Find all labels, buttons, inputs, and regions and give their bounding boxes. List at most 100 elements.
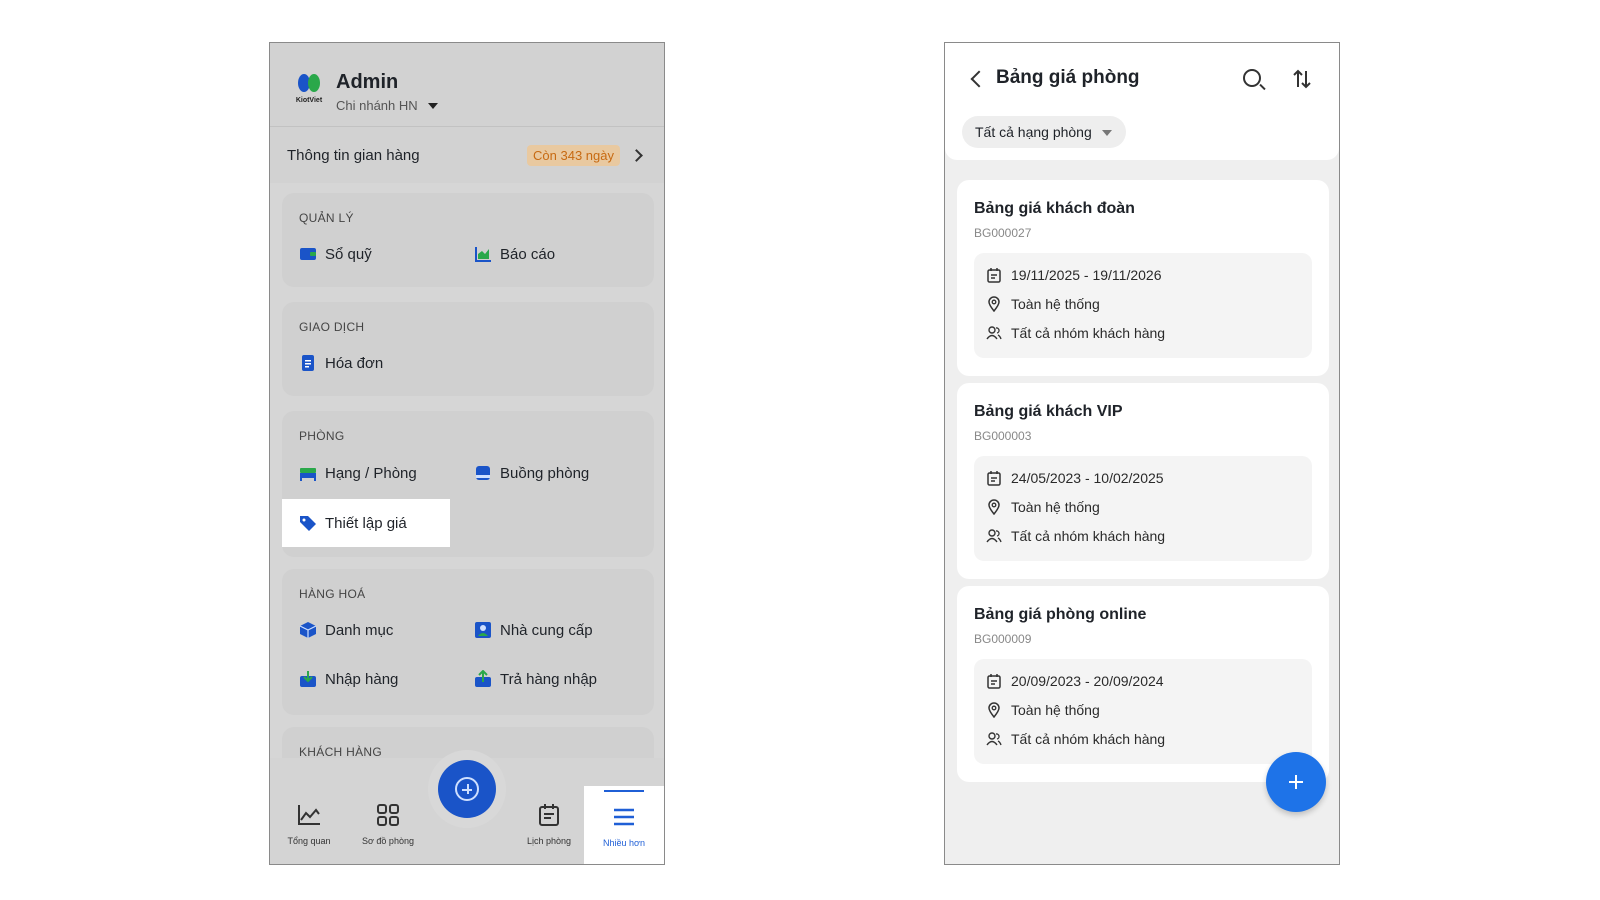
section-quan-ly: QUẢN LÝ Sổ quỹ Báo cáo [282, 193, 654, 287]
scope: Toàn hệ thống [1011, 499, 1100, 515]
users-icon [986, 528, 1002, 544]
store-info-label: Thông tin gian hàng [287, 146, 420, 164]
customer-group: Tất cả nhóm khách hàng [1011, 731, 1166, 747]
account-header[interactable]: KiotViet Admin Chi nhánh HN [270, 43, 664, 127]
card-code: BG000003 [974, 429, 1032, 443]
menu-item-buong-phong[interactable]: Buồng phòng [474, 461, 589, 485]
menu-item-label: Sổ quỹ [325, 245, 372, 263]
card-title: Bảng giá khách VIP [974, 403, 1123, 420]
date-range-row: 19/11/2025 - 19/11/2026 [986, 267, 1162, 283]
menu-item-nhap-hang[interactable]: Nhập hàng [299, 667, 398, 691]
card-title: Bảng giá khách đoàn [974, 200, 1135, 217]
bed-icon [299, 464, 317, 482]
section-title: KHÁCH HÀNG [299, 745, 383, 759]
menu-item-tra-hang-nhap[interactable]: Trả hàng nhập [474, 667, 597, 691]
date-range: 24/05/2023 - 10/02/2025 [1011, 470, 1164, 486]
menu-item-so-quy[interactable]: Sổ quỹ [299, 242, 372, 266]
customer-group-row: Tất cả nhóm khách hàng [986, 528, 1165, 544]
chevron-down-icon [427, 102, 438, 109]
tab-label: Sơ đồ phòng [362, 836, 414, 846]
menu-item-label: Hóa đơn [325, 354, 384, 372]
search-plus-icon [455, 777, 479, 801]
card-details: 20/09/2023 - 20/09/2024 Toàn hệ thống Tấ… [974, 659, 1312, 764]
price-tag-icon [299, 514, 317, 532]
menu-item-hoa-don[interactable]: Hóa đơn [299, 351, 383, 375]
room-service-icon [474, 464, 492, 482]
active-indicator [604, 790, 644, 792]
tab-so-do-phong[interactable]: Sơ đồ phòng [353, 802, 423, 846]
menu-item-bao-cao[interactable]: Báo cáo [474, 242, 555, 266]
room-type-filter[interactable]: Tất cả hạng phòng [962, 116, 1126, 148]
search-icon[interactable] [1243, 69, 1261, 87]
location-pin-icon [986, 296, 1002, 313]
menu-item-nha-cung-cap[interactable]: Nhà cung cấp [474, 618, 593, 642]
price-list-card[interactable]: Bảng giá phòng online BG000009 20/09/202… [957, 586, 1329, 782]
calendar-icon [986, 673, 1002, 689]
calendar-icon [536, 802, 562, 828]
sort-icon[interactable] [1291, 68, 1313, 90]
menu-item-danh-muc[interactable]: Danh mục [299, 618, 393, 642]
branch-selector[interactable]: Chi nhánh HN [336, 98, 438, 113]
return-icon [474, 669, 492, 688]
section-title: HÀNG HOÁ [299, 587, 366, 601]
menu-item-label: Trả hàng nhập [500, 670, 598, 688]
date-range-row: 20/09/2023 - 20/09/2024 [986, 673, 1164, 689]
scope-row: Toàn hệ thống [986, 702, 1100, 719]
price-list-card[interactable]: Bảng giá khách VIP BG000003 24/05/2023 -… [957, 383, 1329, 579]
tab-tong-quan[interactable]: Tổng quan [274, 802, 344, 846]
menu-item-label: Hạng / Phòng [325, 464, 417, 482]
add-price-list-button[interactable] [1266, 752, 1326, 812]
menu-item-label: Nhập hàng [325, 670, 399, 688]
card-details: 19/11/2025 - 19/11/2026 Toàn hệ thống Tấ… [974, 253, 1312, 358]
tab-lich-phong[interactable]: Lịch phòng [514, 802, 584, 846]
grid-icon [375, 802, 401, 828]
card-code: BG000027 [974, 226, 1032, 240]
invoice-icon [299, 354, 317, 372]
menu-item-label: Buồng phòng [500, 464, 590, 482]
branch-name: Chi nhánh HN [336, 98, 418, 113]
logo-text: KiotViet [295, 97, 323, 104]
scope: Toàn hệ thống [1011, 296, 1100, 312]
filter-label: Tất cả hạng phòng [975, 124, 1092, 140]
card-title: Bảng giá phòng online [974, 606, 1147, 623]
tab-label: Nhiều hơn [603, 838, 645, 848]
date-range-row: 24/05/2023 - 10/02/2025 [986, 470, 1164, 486]
location-pin-icon [986, 702, 1002, 719]
supplier-icon [474, 621, 492, 639]
page-title: Bảng giá phòng [996, 67, 1140, 88]
tab-label: Lịch phòng [526, 836, 572, 846]
price-list-screen: Bảng giá phòng Tất cả hạng phòng Bảng gi… [944, 42, 1340, 865]
user-name: Admin [336, 71, 399, 93]
location-pin-icon [986, 499, 1002, 516]
users-icon [986, 325, 1002, 341]
section-hang-hoa: HÀNG HOÁ Danh mục Nhà cung cấp Nhập hàng… [282, 569, 654, 715]
date-range: 19/11/2025 - 19/11/2026 [1011, 267, 1162, 283]
card-code: BG000009 [974, 632, 1032, 646]
users-icon [986, 731, 1002, 747]
price-list-header: Bảng giá phòng Tất cả hạng phòng [945, 43, 1339, 160]
chart-icon [474, 245, 492, 263]
wallet-icon [299, 245, 317, 263]
section-title: QUẢN LÝ [299, 211, 354, 225]
tab-label: Tổng quan [287, 836, 331, 846]
menu-item-label: Thiết lập giá [325, 514, 407, 532]
menu-screen: KiotViet Admin Chi nhánh HN Thông tin gi… [269, 42, 665, 865]
section-phong: PHÒNG Hạng / Phòng Buồng phòng Thiết lập… [282, 411, 654, 557]
store-info-row[interactable]: Thông tin gian hàng Còn 343 ngày [270, 127, 664, 183]
section-title: GIAO DỊCH [299, 320, 365, 334]
scope-row: Toàn hệ thống [986, 296, 1100, 313]
menu-item-hang-phong[interactable]: Hạng / Phòng [299, 461, 417, 485]
quick-search-fab[interactable] [438, 760, 496, 818]
calendar-icon [986, 470, 1002, 486]
customer-group: Tất cả nhóm khách hàng [1011, 325, 1166, 341]
price-list-card[interactable]: Bảng giá khách đoàn BG000027 19/11/2025 … [957, 180, 1329, 376]
days-remaining-badge: Còn 343 ngày [527, 144, 620, 166]
menu-item-thiet-lap-gia[interactable]: Thiết lập giá [282, 499, 450, 547]
calendar-icon [986, 267, 1002, 283]
tab-nhieu-hon[interactable]: Nhiều hơn [584, 786, 664, 864]
bottom-nav: Tổng quan Sơ đồ phòng Lịch phòng Nhiều h… [270, 758, 664, 864]
card-details: 24/05/2023 - 10/02/2025 Toàn hệ thống Tấ… [974, 456, 1312, 561]
section-title: PHÒNG [299, 429, 345, 443]
menu-item-label: Nhà cung cấp [500, 621, 593, 639]
back-arrow-icon[interactable] [970, 70, 988, 88]
